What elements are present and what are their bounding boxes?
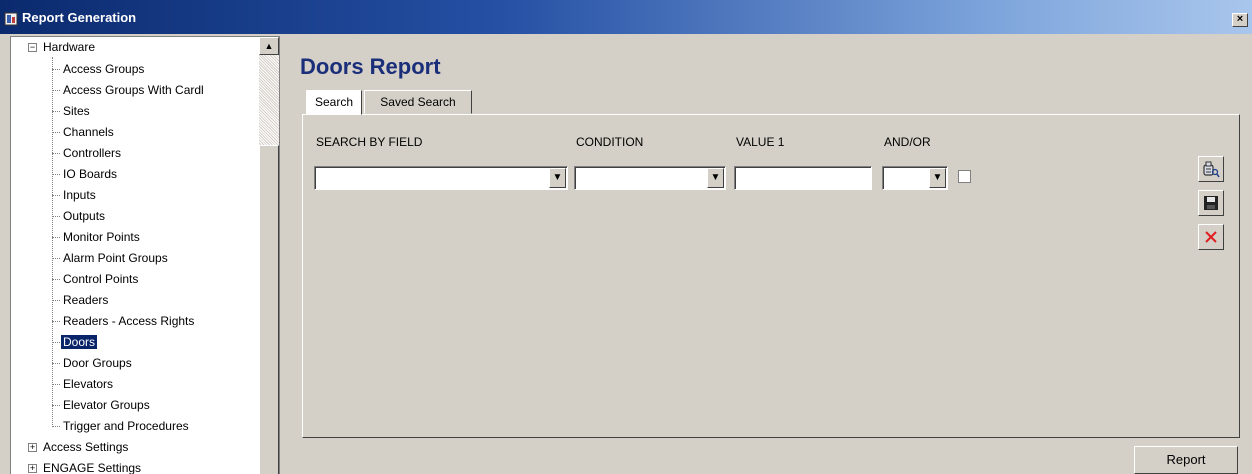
tree-item[interactable]: Readers - Access Rights [61, 311, 196, 331]
hardware-tree-panel: − Hardware Access Groups Access Groups W… [10, 36, 280, 474]
tree-view: − Hardware Access Groups Access Groups W… [11, 37, 259, 474]
app-icon [4, 12, 18, 26]
search-panel [302, 114, 1240, 438]
tree-item[interactable]: Inputs [61, 185, 98, 205]
condition-dropdown[interactable]: ▼ [574, 166, 726, 190]
scroll-thumb[interactable] [259, 145, 279, 474]
scroll-track[interactable] [259, 55, 279, 145]
tree-item[interactable]: Access Groups With Cardl [61, 80, 206, 100]
tree-item[interactable]: IO Boards [61, 164, 119, 184]
page-title: Doors Report [300, 54, 441, 79]
tree-item[interactable]: Monitor Points [61, 227, 142, 247]
search-icon [1203, 161, 1220, 178]
tree-scrollbar[interactable]: ▲ [259, 37, 279, 474]
window-title: Report Generation [22, 10, 137, 25]
delete-button[interactable] [1198, 224, 1224, 250]
header-value-1: VALUE 1 [736, 135, 785, 149]
tree-item[interactable]: Elevator Groups [61, 395, 152, 415]
close-button[interactable]: × [1232, 13, 1248, 27]
tree-item[interactable]: Outputs [61, 206, 107, 226]
row-checkbox[interactable] [958, 170, 971, 183]
and-or-dropdown[interactable]: ▼ [882, 166, 948, 190]
search-field-dropdown[interactable]: ▼ [314, 166, 568, 190]
tree-node-engage-settings[interactable]: ENGAGE Settings [41, 458, 143, 474]
save-button[interactable] [1198, 190, 1224, 216]
tree-node-access-settings[interactable]: Access Settings [41, 437, 130, 457]
delete-icon [1205, 231, 1217, 243]
tree-item[interactable]: Elevators [61, 374, 115, 394]
header-search-by-field: SEARCH BY FIELD [316, 135, 423, 149]
tree-item[interactable]: Readers [61, 290, 110, 310]
title-bar: Report Generation × [0, 0, 1252, 34]
expand-toggle[interactable]: + [28, 443, 37, 452]
tree-item[interactable]: Alarm Point Groups [61, 248, 170, 268]
collapse-toggle[interactable]: − [28, 43, 37, 52]
report-button[interactable]: Report [1134, 446, 1238, 474]
chevron-down-icon[interactable]: ▼ [929, 168, 946, 188]
header-condition: CONDITION [576, 135, 644, 149]
tab-saved-search[interactable]: Saved Search [364, 90, 472, 114]
tree-node-label: Hardware [43, 40, 96, 54]
tree-connector [52, 57, 53, 427]
tree-item[interactable]: Control Points [61, 269, 140, 289]
header-and-or: AND/OR [884, 135, 931, 149]
tree-node-hardware[interactable]: Hardware [41, 37, 97, 57]
tree-item[interactable]: Door Groups [61, 353, 134, 373]
save-icon [1204, 196, 1218, 210]
tree-item[interactable]: Access Groups [61, 59, 146, 79]
tree-item[interactable]: Sites [61, 101, 92, 121]
search-button[interactable] [1198, 156, 1224, 182]
chevron-down-icon[interactable]: ▼ [707, 168, 724, 188]
tree-item[interactable]: Trigger and Procedures [61, 416, 191, 436]
scroll-up-button[interactable]: ▲ [259, 37, 279, 55]
value-1-input[interactable] [734, 166, 872, 190]
tree-item-doors-selected[interactable]: Doors [61, 332, 98, 352]
tab-search[interactable]: Search [306, 90, 362, 115]
tree-item[interactable]: Controllers [61, 143, 123, 163]
expand-toggle[interactable]: + [28, 464, 37, 473]
chevron-down-icon[interactable]: ▼ [549, 168, 566, 188]
tree-item[interactable]: Channels [61, 122, 116, 142]
